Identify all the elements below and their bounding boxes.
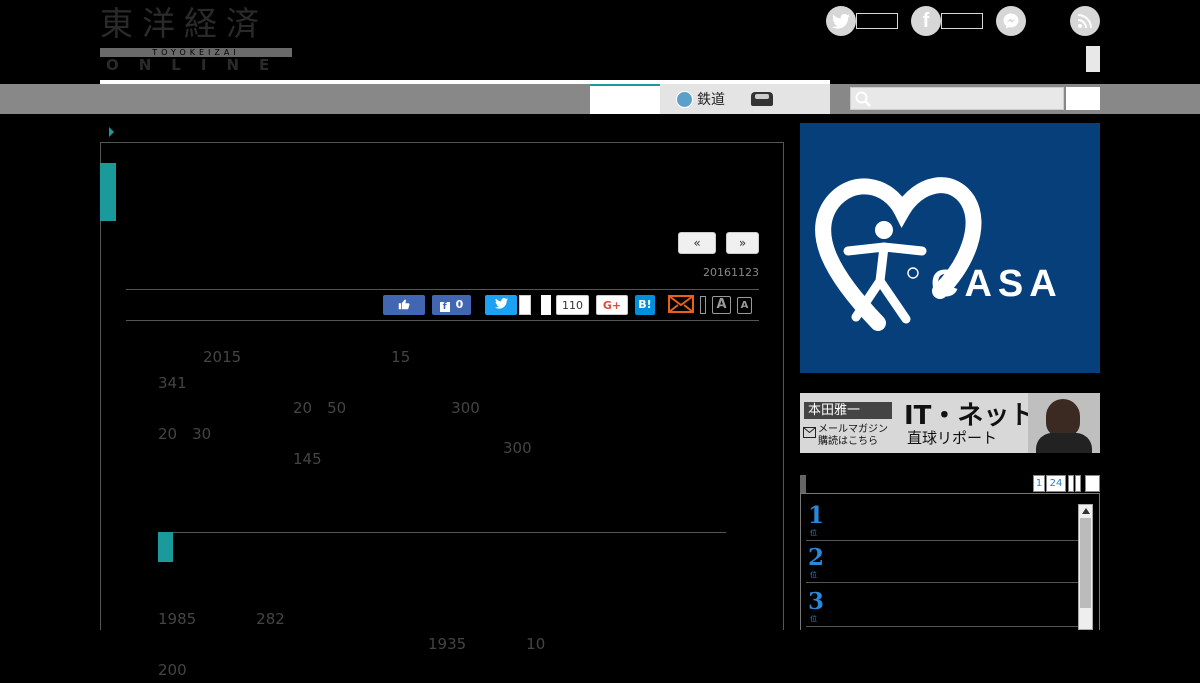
ranking-tab-24h[interactable]: 24: [1046, 475, 1066, 492]
mail-icon: [668, 295, 694, 313]
nav-item-active[interactable]: [590, 84, 660, 114]
ranking-accent: [800, 475, 806, 493]
rss-icon: [1070, 6, 1100, 36]
casa-heart-logo: [815, 177, 982, 331]
ranking-tab-5[interactable]: [1085, 475, 1100, 492]
subheading-rule: [158, 532, 726, 533]
subheading-accent-bar: [158, 532, 173, 562]
paragraph-line: 1985 282: [158, 584, 804, 628]
header-side-box[interactable]: [1086, 46, 1100, 72]
banner-author-photo: [1028, 393, 1100, 453]
next-article-button[interactable]: »: [726, 232, 759, 254]
share-divider-top: [126, 289, 759, 290]
ranking-tab-3[interactable]: [1068, 475, 1074, 492]
envelope-icon: [803, 427, 816, 438]
google-plus-button[interactable]: G+: [596, 295, 628, 315]
twitter-count-box: [856, 13, 898, 29]
ad-brand-text: CASA: [931, 263, 1063, 305]
facebook-count-box: [941, 13, 983, 29]
ranking-header: 1 24: [800, 475, 1100, 493]
banner-author: 本田雅一: [804, 402, 892, 419]
rank-number: 1: [808, 502, 825, 529]
casa-ad-banner[interactable]: CASA: [800, 123, 1100, 373]
search-icon: [855, 91, 871, 107]
messenger-icon: [996, 6, 1026, 36]
rank-suffix: 位: [810, 571, 817, 579]
rank-number: 2: [808, 544, 825, 571]
nav-rail-label: 鉄道: [697, 92, 725, 108]
facebook-square-icon: f: [439, 302, 450, 312]
article-paragraph-2: 300: [158, 436, 726, 513]
ranking-tab-4[interactable]: [1075, 475, 1081, 492]
nav-item-rail[interactable]: 鉄道: [660, 84, 830, 114]
share-divider-bottom: [126, 320, 759, 321]
banner-line2: 購読はこちら: [818, 436, 878, 447]
twitter-icon: [826, 6, 856, 36]
rank-suffix: 位: [810, 615, 817, 623]
hatena-bookmark-button[interactable]: B!: [635, 295, 655, 315]
twitter-follow[interactable]: [826, 6, 898, 36]
tweet-button[interactable]: [485, 295, 517, 315]
ranking-item[interactable]: 1 位: [806, 503, 1078, 541]
article-subheading: [183, 537, 639, 564]
breadcrumb-arrow-icon: [109, 127, 114, 137]
font-size-small-button[interactable]: A: [737, 297, 752, 314]
ranking-item[interactable]: 3 位: [806, 589, 1078, 627]
facebook-icon: f: [911, 6, 941, 36]
tweet-count-arrow: [519, 295, 531, 315]
paragraph-line: [158, 462, 726, 488]
tweet-count-pre: [541, 295, 551, 315]
facebook-follow[interactable]: f: [911, 6, 983, 36]
car-icon[interactable]: [751, 92, 773, 106]
paragraph-line: 300: [158, 439, 967, 457]
article-paragraph-3: 1985 282 1935 10 200: [158, 581, 831, 683]
banner-line1: メールマガジン: [818, 424, 888, 435]
facebook-like-button[interactable]: [383, 295, 425, 315]
print-button[interactable]: [700, 296, 706, 314]
logo-kanji: 東洋経済: [100, 4, 268, 43]
ranking-tab-1h[interactable]: 1: [1033, 475, 1045, 492]
title-accent-bar: [100, 163, 116, 221]
paragraph-line: [158, 487, 726, 513]
rss-link[interactable]: [1070, 6, 1100, 36]
rank-suffix: 位: [810, 529, 817, 537]
mail-share-button[interactable]: [668, 295, 694, 315]
paragraph-line: 2015 15 341: [158, 348, 801, 392]
facebook-share-button[interactable]: f0: [432, 295, 471, 315]
paragraph-line: 1935 10 200: [158, 635, 831, 679]
search-button[interactable]: [1066, 87, 1100, 110]
font-size-large-button[interactable]: A: [712, 296, 731, 314]
tweet-count: 110: [556, 295, 589, 315]
search-input[interactable]: [850, 87, 1064, 110]
banner-subtitle: 直球リポート: [907, 429, 998, 447]
facebook-share-count: 0: [455, 298, 464, 311]
site-logo[interactable]: 東洋経済 TOYOKEIZAI ONLINE: [100, 4, 292, 74]
logo-online: ONLINE: [106, 56, 290, 74]
messenger-follow[interactable]: [996, 6, 1026, 36]
article-date: 20161123: [703, 266, 759, 279]
mailmagazine-banner[interactable]: 本田雅一 IT・ネット 直球リポート メールマガジン 購読はこちら: [800, 393, 1100, 453]
ranking-scrollbar[interactable]: [1078, 504, 1093, 630]
ranking-item[interactable]: 2 位: [806, 545, 1078, 583]
twitter-bird-icon: [494, 298, 508, 309]
scroll-thumb[interactable]: [1080, 518, 1091, 608]
train-icon: [676, 90, 693, 108]
thumbs-up-icon: [398, 299, 410, 310]
rank-number: 3: [808, 588, 825, 615]
scroll-up-icon[interactable]: [1081, 508, 1090, 514]
prev-article-button[interactable]: «: [678, 232, 716, 254]
